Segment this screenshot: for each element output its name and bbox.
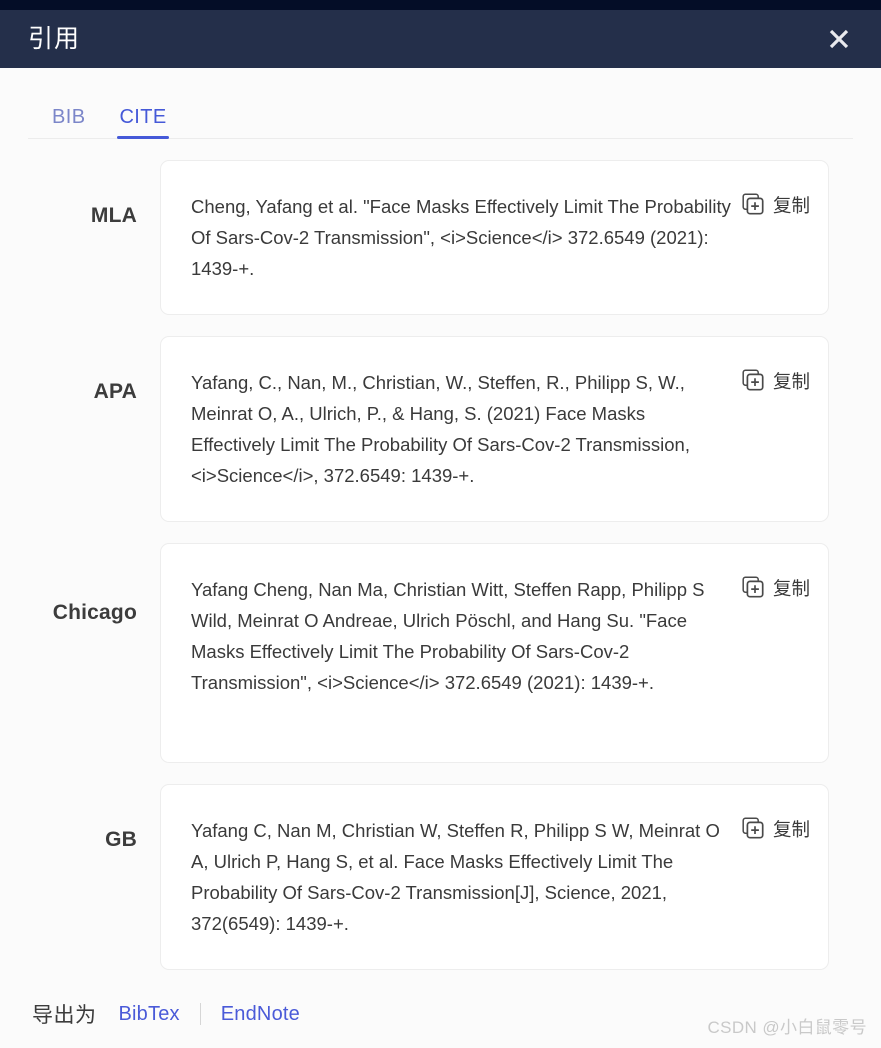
citation-card-apa: Yafang, C., Nan, M., Christian, W., Stef… [160,336,829,522]
citation-style-label-gb: GB [105,828,137,851]
copy-icon [742,576,764,603]
copy-icon [742,193,764,220]
tab-cite[interactable]: CITE [117,106,169,139]
copy-button-chicago[interactable]: 复制 [742,574,810,603]
citation-text-mla: Cheng, Yafang et al. "Face Masks Effecti… [191,196,737,279]
citation-style-label-apa: APA [93,380,137,403]
citation-row-apa: APA Yafang, C., Nan, M., Christian, W., … [0,336,881,522]
copy-button-label: 复制 [772,819,810,841]
tab-bib[interactable]: BIB [52,106,85,138]
copy-icon [742,817,764,844]
export-divider [199,1003,201,1025]
export-link-bibtex[interactable]: BibTex [119,1003,180,1026]
window-titlebar-strip [0,0,881,10]
copy-button-apa[interactable]: 复制 [742,367,810,396]
citation-text-chicago: Yafang Cheng, Nan Ma, Christian Witt, St… [191,579,710,693]
citation-style-label-chicago: Chicago [52,601,137,624]
copy-button-label: 复制 [772,578,810,600]
copy-button-mla[interactable]: 复制 [742,191,810,220]
tab-bar: BIB CITE [28,68,853,139]
close-button[interactable] [819,19,859,59]
copy-button-label: 复制 [772,195,810,217]
close-icon [824,24,854,54]
page-title: 引用 [28,24,81,53]
citation-card-chicago: Yafang Cheng, Nan Ma, Christian Witt, St… [160,543,829,763]
copy-button-label: 复制 [772,371,810,393]
dialog-body: BIB CITE MLA Cheng, Yafang et al. "Face … [0,68,881,1048]
citation-row-gb: GB Yafang C, Nan M, Christian W, Steffen… [0,784,881,970]
citation-card-mla: Cheng, Yafang et al. "Face Masks Effecti… [160,160,829,315]
citation-text-apa: Yafang, C., Nan, M., Christian, W., Stef… [191,372,696,486]
citation-text-gb: Yafang C, Nan M, Christian W, Steffen R,… [191,820,724,934]
citation-row-chicago: Chicago Yafang Cheng, Nan Ma, Christian … [0,543,881,763]
citation-row-mla: MLA Cheng, Yafang et al. "Face Masks Eff… [0,160,881,315]
watermark: CSDN @小白鼠零号 [707,1018,867,1037]
citation-list: MLA Cheng, Yafang et al. "Face Masks Eff… [0,139,881,970]
citation-card-gb: Yafang C, Nan M, Christian W, Steffen R,… [160,784,829,970]
citation-style-label-mla: MLA [90,204,137,227]
dialog-header: 引用 [0,10,881,68]
export-label: 导出为 [32,1004,97,1027]
export-link-endnote[interactable]: EndNote [221,1003,300,1026]
copy-icon [742,369,764,396]
copy-button-gb[interactable]: 复制 [742,815,810,844]
